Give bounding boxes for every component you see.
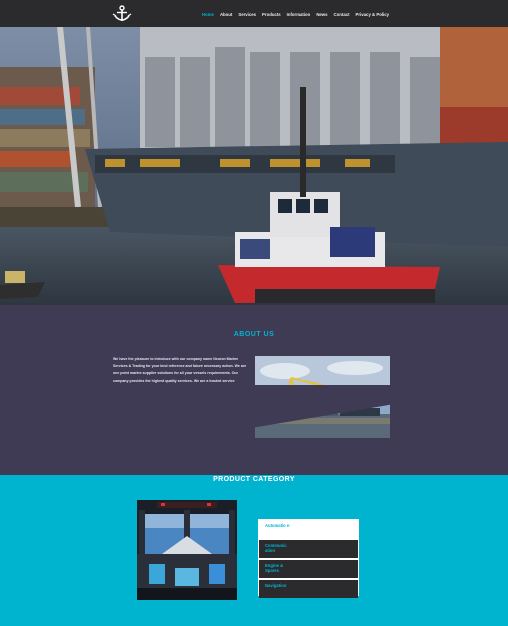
category-label: Communic ation (265, 543, 287, 553)
nav-products[interactable]: Products (262, 12, 281, 17)
nav-information[interactable]: Information (287, 12, 311, 17)
nav-news[interactable]: News (316, 12, 327, 17)
category-list: Automatio n Communic ation Engine & Spar… (258, 519, 359, 598)
nav-services[interactable]: Services (238, 12, 256, 17)
section-divider (0, 385, 508, 470)
about-title: ABOUT US (233, 331, 275, 338)
main-menu: Home About Services Products Information… (202, 12, 389, 17)
nav-contact[interactable]: Contact (334, 12, 350, 17)
category-navigation[interactable]: Navigation (259, 580, 358, 598)
product-image (137, 500, 237, 600)
category-label: Engine & Spares (265, 563, 284, 573)
category-label: Navigation (265, 583, 287, 588)
category-communication[interactable]: Communic ation (259, 540, 358, 558)
category-automation[interactable]: Automatio n (259, 520, 358, 538)
top-navbar: Home About Services Products Information… (0, 0, 508, 27)
nav-about[interactable]: About (220, 12, 232, 17)
product-category-title: PRODUCT CATEGORY (213, 476, 295, 483)
anchor-icon[interactable] (111, 4, 133, 24)
nav-home[interactable]: Home (202, 12, 214, 17)
nav-privacy-policy[interactable]: Privacy & Policy (356, 12, 389, 17)
category-label: Automatio n (265, 523, 290, 528)
category-engine-spares[interactable]: Engine & Spares (259, 560, 358, 578)
hero-image (0, 27, 508, 305)
